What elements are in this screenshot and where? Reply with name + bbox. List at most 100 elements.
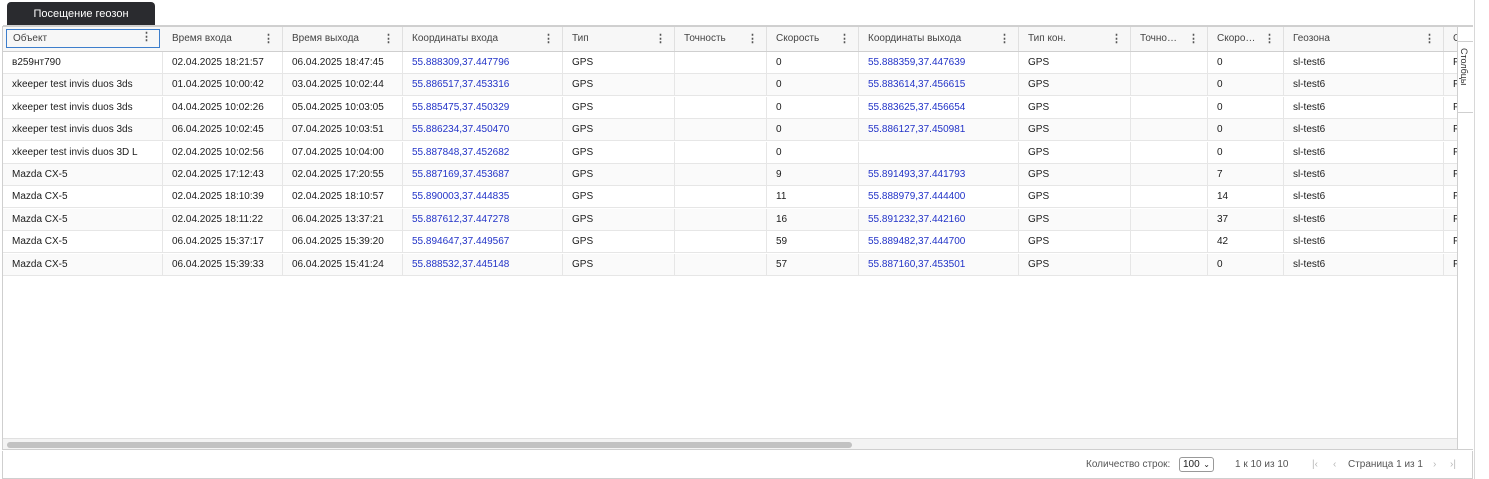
table-row[interactable]: xkeeper test invis duos 3ds 01.04.2025 10…	[3, 74, 1457, 97]
column-menu-icon[interactable]: ⋮	[383, 27, 394, 51]
coordinate-link[interactable]: 55.887848,37.452682	[403, 141, 563, 164]
table-cell: 0	[1208, 141, 1284, 164]
coordinate-link[interactable]	[859, 141, 1019, 164]
table-cell: GPS	[1019, 164, 1131, 186]
table-cell: xkeeper test invis duos 3ds	[3, 96, 163, 119]
last-page-icon[interactable]: ›|	[1450, 458, 1456, 472]
rows-per-page-select[interactable]: 100 ⌄	[1179, 457, 1214, 472]
column-menu-icon[interactable]: ⋮	[747, 27, 758, 51]
column-header[interactable]: С	[1444, 27, 1457, 51]
column-menu-icon[interactable]: ⋮	[1111, 27, 1122, 51]
table-cell: Mazda CX-5	[3, 186, 163, 209]
table-cell	[675, 74, 767, 97]
coordinate-link[interactable]: 55.888979,37.444400	[859, 186, 1019, 209]
table-cell: P	[1444, 231, 1457, 253]
coordinate-link[interactable]: 55.888532,37.445148	[403, 253, 563, 276]
column-header[interactable]: Скорость ⋮	[767, 27, 859, 51]
table-row[interactable]: xkeeper test invis duos 3D L 02.04.2025 1…	[3, 141, 1457, 164]
table-cell: GPS	[1019, 231, 1131, 254]
table-cell: 59	[767, 231, 859, 254]
horizontal-scrollbar[interactable]	[3, 438, 1457, 449]
coordinate-link[interactable]: 55.887612,37.447278	[403, 208, 563, 231]
column-menu-icon[interactable]: ⋮	[263, 27, 274, 51]
scrollbar-thumb[interactable]	[7, 442, 852, 448]
column-header[interactable]: Тип ⋮	[563, 27, 675, 51]
table-row[interactable]: Mazda CX-5 02.04.2025 18:10:39 02.04.2025 …	[3, 186, 1457, 209]
table-cell: GPS	[563, 253, 675, 276]
table-cell: GPS	[1019, 52, 1131, 74]
table-cell: sl-test6	[1284, 208, 1444, 231]
next-page-icon[interactable]: ›	[1433, 458, 1436, 472]
column-header[interactable]: Точно… ⋮	[1131, 27, 1208, 51]
coordinate-link[interactable]: 55.886517,37.453316	[403, 74, 563, 97]
table-cell: 9	[767, 164, 859, 186]
table-cell	[675, 253, 767, 276]
coordinate-link[interactable]: 55.886234,37.450470	[403, 119, 563, 142]
columns-panel-button[interactable]: Столбцы	[1458, 41, 1473, 113]
column-header[interactable]: Точность ⋮	[675, 27, 767, 51]
rows-per-page-value: 100	[1183, 459, 1200, 470]
column-header[interactable]: Координаты входа ⋮	[403, 27, 563, 51]
column-header[interactable]: Геозона ⋮	[1284, 27, 1444, 51]
table-row[interactable]: xkeeper test invis duos 3ds 04.04.2025 10…	[3, 96, 1457, 119]
table-cell: GPS	[1019, 74, 1131, 97]
table-cell: 11	[767, 186, 859, 209]
column-menu-icon[interactable]: ⋮	[655, 27, 666, 51]
table-cell: sl-test6	[1284, 141, 1444, 164]
table-cell	[1131, 164, 1208, 186]
column-menu-icon[interactable]: ⋮	[839, 27, 850, 51]
column-menu-icon[interactable]: ⋮	[543, 27, 554, 51]
prev-page-icon[interactable]: ‹	[1333, 458, 1336, 472]
table-cell: GPS	[563, 231, 675, 254]
table-cell	[675, 96, 767, 119]
coordinate-link[interactable]: 55.891493,37.441793	[859, 164, 1019, 186]
coordinate-link[interactable]: 55.891232,37.442160	[859, 208, 1019, 231]
coordinate-link[interactable]: 55.894647,37.449567	[403, 231, 563, 254]
rows-count-label: Количество строк:	[1086, 459, 1171, 470]
table-cell: 0	[767, 74, 859, 97]
first-page-icon[interactable]: |‹	[1312, 458, 1318, 472]
column-header[interactable]: Скоро… ⋮	[1208, 27, 1284, 51]
column-header[interactable]: Время выхода ⋮	[283, 27, 403, 51]
page-indicator: Страница 1 из 1	[1348, 459, 1423, 470]
coordinate-link[interactable]: 55.883625,37.456654	[859, 96, 1019, 119]
coordinate-link[interactable]: 55.888359,37.447639	[859, 52, 1019, 74]
table-cell: P	[1444, 254, 1457, 276]
grid-viewport: Объект ⋮ Время входа ⋮ Время выхода ⋮ Координа…	[3, 27, 1457, 449]
table-cell: 0	[1208, 253, 1284, 276]
table-cell: 02.04.2025 18:10:39	[163, 186, 283, 209]
coordinate-link[interactable]: 55.889482,37.444700	[859, 231, 1019, 254]
grid-header: Объект ⋮ Время входа ⋮ Время выхода ⋮ Координа…	[3, 27, 1457, 52]
column-header[interactable]: Время входа ⋮	[163, 27, 283, 51]
column-header-label: Время входа	[172, 33, 232, 44]
table-cell: 02.04.2025 10:02:56	[163, 141, 283, 164]
column-menu-icon[interactable]: ⋮	[1264, 27, 1275, 51]
column-menu-icon[interactable]: ⋮	[1424, 27, 1435, 51]
table-row[interactable]: Mazda CX-5 06.04.2025 15:37:17 06.04.2025 …	[3, 231, 1457, 254]
coordinate-link[interactable]: 55.887169,37.453687	[403, 164, 563, 186]
column-header[interactable]: Тип кон. ⋮	[1019, 27, 1131, 51]
coordinate-link[interactable]: 55.885475,37.450329	[403, 96, 563, 119]
table-row[interactable]: Mazda CX-5 06.04.2025 15:39:33 06.04.2025 …	[3, 253, 1457, 276]
column-menu-icon[interactable]: ⋮	[1188, 27, 1199, 51]
table-row[interactable]: в259нт790 02.04.2025 18:21:57 06.04.2025 1…	[3, 52, 1457, 74]
column-header[interactable]: Координаты выхода ⋮	[859, 27, 1019, 51]
column-header[interactable]: Объект ⋮	[6, 29, 160, 48]
coordinate-link[interactable]: 55.888309,37.447796	[403, 52, 563, 74]
coordinate-link[interactable]: 55.883614,37.456615	[859, 74, 1019, 97]
column-menu-icon[interactable]: ⋮	[999, 27, 1010, 51]
tab-geozone-visits[interactable]: Посещение геозон	[7, 2, 155, 25]
table-row[interactable]: xkeeper test invis duos 3ds 06.04.2025 10…	[3, 119, 1457, 142]
column-header-label: Точность	[684, 33, 726, 44]
column-menu-icon[interactable]: ⋮	[141, 30, 152, 46]
table-row[interactable]: Mazda CX-5 02.04.2025 17:12:43 02.04.2025 …	[3, 164, 1457, 186]
table-cell: P	[1444, 164, 1457, 186]
table-cell: 0	[767, 52, 859, 74]
table-cell: 04.04.2025 10:02:26	[163, 96, 283, 119]
coordinate-link[interactable]: 55.887160,37.453501	[859, 253, 1019, 276]
table-cell: xkeeper test invis duos 3ds	[3, 119, 163, 142]
coordinate-link[interactable]: 55.886127,37.450981	[859, 119, 1019, 142]
table-cell: 02.04.2025 18:21:57	[163, 52, 283, 74]
table-row[interactable]: Mazda CX-5 02.04.2025 18:11:22 06.04.2025 …	[3, 208, 1457, 231]
coordinate-link[interactable]: 55.890003,37.444835	[403, 186, 563, 209]
